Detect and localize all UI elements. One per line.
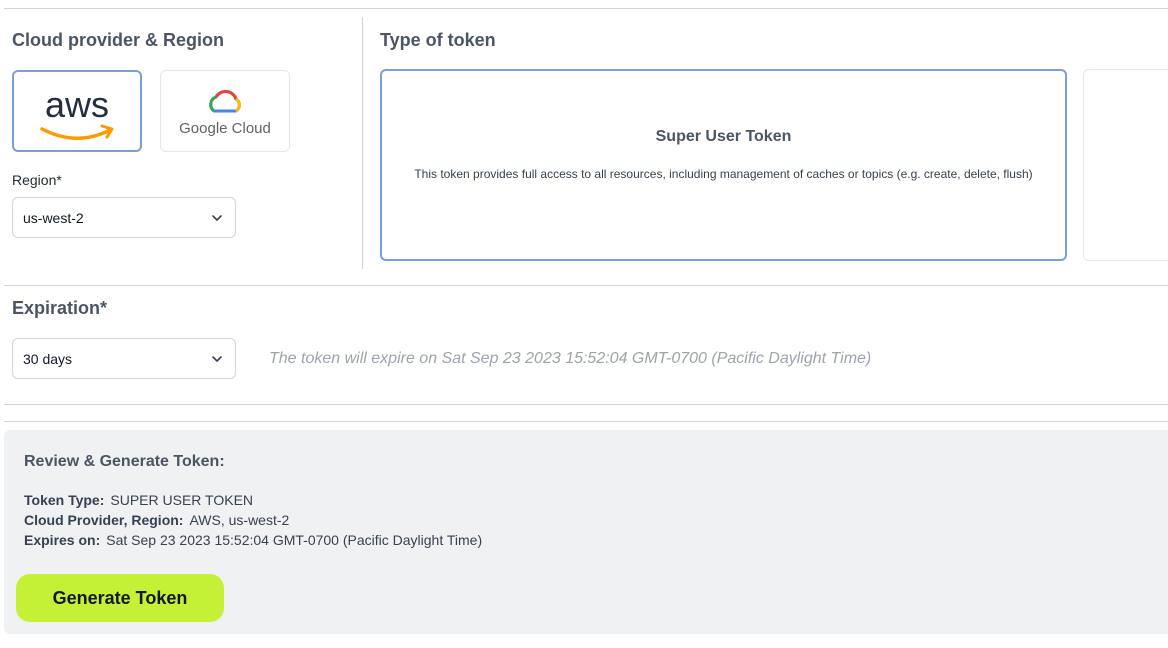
google-cloud-provider-card[interactable]: Google Cloud: [160, 70, 290, 152]
review-expires-value: Sat Sep 23 2023 15:52:04 GMT-0700 (Pacif…: [106, 532, 483, 548]
token-card-description: This token provides full access to all r…: [414, 167, 1033, 181]
expiration-select-value: 30 days: [23, 350, 73, 367]
super-user-token-card[interactable]: Super User Token This token provides ful…: [380, 69, 1067, 261]
review-token-type-value: SUPER USER TOKEN: [110, 492, 254, 508]
review-token-type-label: Token Type:: [24, 492, 105, 508]
region-select-value: us-west-2: [23, 209, 84, 226]
section-vertical-divider: [362, 17, 363, 269]
top-divider: [4, 8, 1168, 9]
expiration-title: Expiration*: [12, 298, 108, 318]
expiration-select[interactable]: 30 days: [12, 338, 236, 379]
expiration-note: The token will expire on Sat Sep 23 2023…: [269, 350, 872, 367]
region-label: Region*: [12, 172, 62, 188]
lower-divider: [4, 404, 1168, 405]
chevron-down-icon: [212, 215, 222, 221]
svg-text:Google Cloud: Google Cloud: [179, 120, 271, 137]
token-type-card-2[interactable]: [1083, 69, 1168, 261]
review-expires: Expires on: Sat Sep 23 2023 15:52:04 GMT-…: [24, 532, 482, 548]
review-top-divider: [4, 421, 1168, 422]
review-provider-value: AWS, us-west-2: [189, 512, 290, 528]
provider-section-title: Cloud provider & Region: [12, 30, 225, 50]
region-select[interactable]: us-west-2: [12, 197, 236, 238]
review-title: Review & Generate Token:: [24, 453, 225, 470]
aws-provider-card[interactable]: aws: [12, 70, 142, 152]
token-section-title: Type of token: [380, 30, 496, 50]
aws-logo-icon: aws: [40, 84, 114, 140]
token-card-title: Super User Token: [655, 128, 792, 145]
review-token-type: Token Type: SUPER USER TOKEN: [24, 492, 253, 508]
middle-divider: [4, 285, 1168, 286]
chevron-down-icon: [212, 356, 222, 362]
svg-text:aws: aws: [45, 84, 109, 125]
google-cloud-logo-icon: Google Cloud: [179, 90, 271, 137]
review-expires-label: Expires on:: [24, 532, 101, 548]
generate-token-button[interactable]: Generate Token: [16, 574, 224, 622]
review-provider-label: Cloud Provider, Region:: [24, 512, 184, 528]
review-provider: Cloud Provider, Region: AWS, us-west-2: [24, 512, 289, 528]
